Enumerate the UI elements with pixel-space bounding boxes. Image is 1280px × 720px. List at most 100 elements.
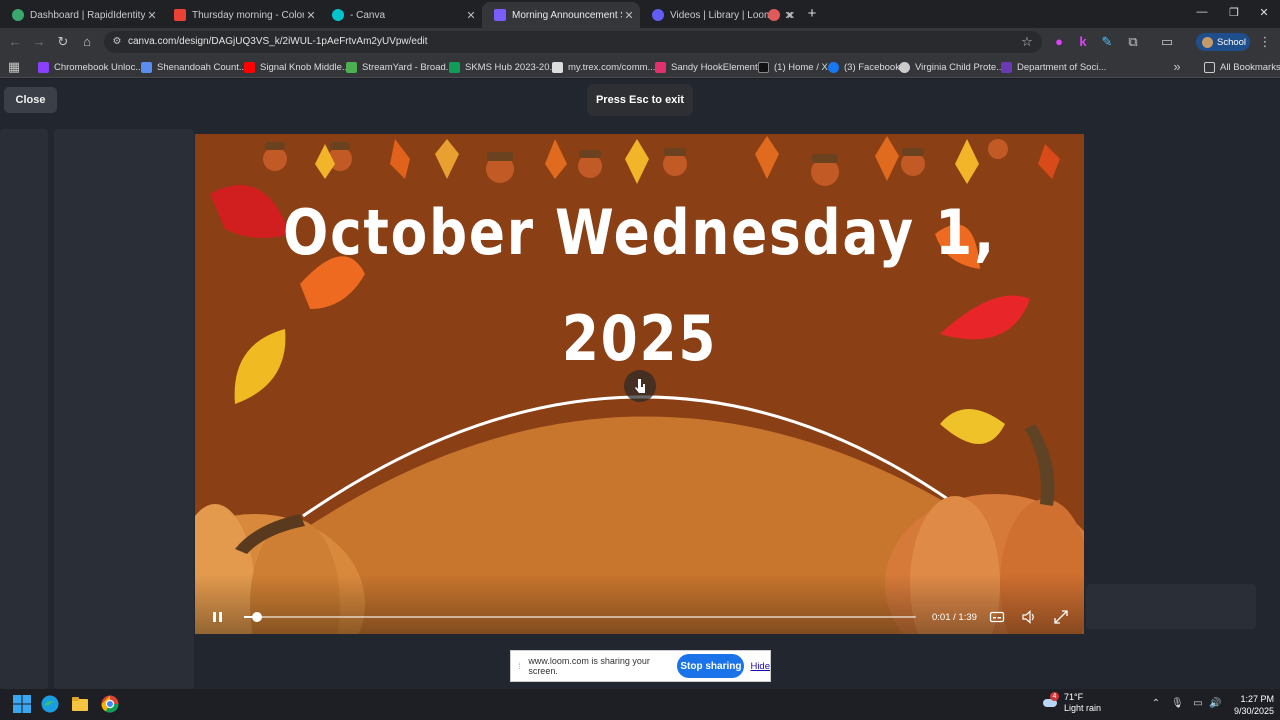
clock-time: 1:27 PM xyxy=(1240,694,1274,704)
edge-browser-icon[interactable] xyxy=(40,694,60,714)
share-message: www.loom.com is sharing your screen. xyxy=(528,656,650,676)
bookmark-label: Signal Knob Middle... xyxy=(260,61,350,73)
back-icon[interactable]: ← xyxy=(8,35,22,49)
total-time: 1:39 xyxy=(958,612,977,623)
tray-overflow-icon[interactable]: ⌃ xyxy=(1150,698,1162,710)
stop-sharing-button[interactable]: Stop sharing xyxy=(677,654,745,678)
home-icon[interactable]: ⌂ xyxy=(80,35,94,49)
tab-close-icon[interactable]: ✕ xyxy=(786,9,795,22)
editor-pages-strip xyxy=(1086,584,1256,629)
restore-icon[interactable]: ❐ xyxy=(1224,6,1244,19)
bookmark-star-icon[interactable]: ☆ xyxy=(1020,35,1034,49)
site-info-icon[interactable]: ⚙ xyxy=(110,35,124,49)
tab-recording[interactable]: ✕ xyxy=(756,2,798,28)
new-tab-button[interactable]: + xyxy=(804,5,820,23)
bookmark-label: Chromebook Unloc... xyxy=(54,61,144,73)
captions-icon[interactable] xyxy=(989,609,1005,625)
volume-icon[interactable] xyxy=(1021,609,1037,625)
extension-leaf-icon[interactable]: ✎ xyxy=(1100,35,1114,49)
bookmark-item[interactable]: SKMS Hub 2023-20... xyxy=(449,60,557,74)
screen-share-bar: ⁞ www.loom.com is sharing your screen. S… xyxy=(510,650,771,682)
reload-icon[interactable]: ↻ xyxy=(56,35,70,49)
apps-grid-icon[interactable]: ▦ xyxy=(7,60,21,74)
pause-icon[interactable] xyxy=(211,610,225,624)
editor-left-rail xyxy=(0,129,48,689)
bookmark-item[interactable]: Signal Knob Middle... xyxy=(244,60,350,74)
video-timecode: 0:01 / 1:39 xyxy=(932,612,977,623)
hide-link[interactable]: Hide xyxy=(750,661,770,672)
minimize-icon[interactable]: — xyxy=(1192,6,1212,18)
tab-close-icon[interactable]: ✕ xyxy=(622,9,636,22)
drag-handle-icon[interactable]: ⁞ xyxy=(515,661,524,671)
bookmark-favicon-icon xyxy=(38,61,49,73)
folder-icon xyxy=(1204,61,1215,73)
bookmark-label: (3) Facebook xyxy=(844,61,900,73)
tab-title: Morning Announcement Slides xyxy=(512,9,622,21)
bookmark-item[interactable]: (1) Home / X xyxy=(758,60,828,74)
bookmark-favicon-icon xyxy=(449,61,460,73)
bookmark-item[interactable]: (3) Facebook xyxy=(828,60,900,74)
canva-icon xyxy=(332,9,344,21)
bookmark-item[interactable]: StreamYard - Broad... xyxy=(346,60,454,74)
fullscreen-icon[interactable] xyxy=(1053,609,1069,625)
slide-title-line1: October Wednesday 1, xyxy=(283,196,996,269)
speaker-icon[interactable]: 🔊 xyxy=(1209,698,1221,710)
bookmark-favicon-icon xyxy=(655,61,666,73)
bookmark-item[interactable]: Department of Soci... xyxy=(1001,60,1106,74)
tab-title: Thursday morning - Color Guard xyxy=(192,9,304,21)
rapididentity-icon xyxy=(12,9,24,21)
profile-label: School xyxy=(1217,36,1247,48)
tab-close-icon[interactable]: ✕ xyxy=(304,9,318,22)
url-text: canva.com/design/DAGjUQ3VS_k/2iWUL-1pAeF… xyxy=(128,36,428,47)
bookmark-favicon-icon xyxy=(244,61,255,73)
bookmark-item[interactable]: Virginia Child Prote... xyxy=(899,60,1004,74)
cast-icon[interactable]: ▭ xyxy=(1160,35,1174,49)
taskbar-clock[interactable]: 1:27 PM 9/30/2025 xyxy=(1226,693,1274,717)
profile-button[interactable]: School xyxy=(1196,33,1250,51)
bookmark-item[interactable]: Sandy HookElement... xyxy=(655,60,766,74)
tab-gmail[interactable]: Thursday morning - Color Guard ✕ xyxy=(162,2,322,28)
tab-title: Dashboard | RapidIdentity xyxy=(30,9,145,21)
all-bookmarks-folder[interactable]: All Bookmarks xyxy=(1204,60,1280,74)
microphone-icon[interactable]: 🎙 xyxy=(1171,698,1184,710)
avatar xyxy=(1202,36,1213,48)
network-icon[interactable]: ▭ xyxy=(1192,698,1204,710)
weather-temp: 71°F xyxy=(1064,692,1084,702)
weather-badge: 4 xyxy=(1050,692,1059,701)
bookmark-item[interactable]: Shenandoah Count... xyxy=(141,60,247,74)
gmail-icon xyxy=(174,9,186,21)
bookmark-item[interactable]: my.trex.com/comm... xyxy=(552,60,655,74)
tab-canva[interactable]: - Canva ✕ xyxy=(320,2,482,28)
bookmark-label: StreamYard - Broad... xyxy=(362,61,454,73)
windows-start-icon[interactable] xyxy=(12,694,32,714)
tab-title: - Canva xyxy=(350,9,386,21)
forward-icon[interactable]: → xyxy=(32,35,46,49)
extensions-puzzle-icon[interactable]: ⧉ xyxy=(1126,35,1140,49)
bookmark-favicon-icon xyxy=(552,61,563,73)
bookmark-favicon-icon xyxy=(899,61,910,73)
weather-rain-icon: 4 xyxy=(1043,692,1059,710)
bookmark-label: All Bookmarks xyxy=(1220,61,1280,73)
tab-close-icon[interactable]: ✕ xyxy=(464,9,478,22)
bookmark-favicon-icon xyxy=(828,61,839,73)
file-explorer-icon[interactable] xyxy=(70,694,90,714)
bookmarks-overflow-icon[interactable]: » xyxy=(1170,60,1184,74)
weather-desc: Light rain xyxy=(1064,703,1102,713)
video-progress-handle[interactable] xyxy=(251,612,262,622)
bookmark-label: SKMS Hub 2023-20... xyxy=(465,61,558,73)
tab-close-icon[interactable]: ✕ xyxy=(145,9,159,22)
bookmark-favicon-icon xyxy=(1001,61,1012,73)
extension-k-icon[interactable]: k xyxy=(1076,35,1090,49)
tab-rapididentity[interactable]: Dashboard | RapidIdentity ✕ xyxy=(0,2,163,28)
weather-widget[interactable]: 4 71°F Light rain xyxy=(1043,692,1101,714)
close-presentation-button[interactable]: Close xyxy=(4,87,57,113)
loom-play-icon xyxy=(494,9,506,21)
extension-loom-icon[interactable]: ● xyxy=(1052,35,1066,49)
tab-morning-announcement[interactable]: Morning Announcement Slides ✕ xyxy=(482,2,640,28)
bookmark-item[interactable]: Chromebook Unloc... xyxy=(38,60,143,74)
video-progress-bar[interactable] xyxy=(244,612,916,622)
window-close-icon[interactable]: ✕ xyxy=(1254,6,1274,19)
menu-kebab-icon[interactable]: ⋮ xyxy=(1258,35,1272,49)
chrome-browser-icon[interactable] xyxy=(100,694,120,714)
esc-hint-toast: Press Esc to exit xyxy=(587,84,693,116)
